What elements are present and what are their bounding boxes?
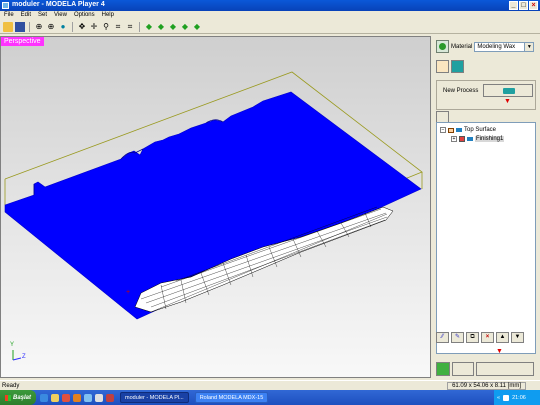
- target-icon[interactable]: ⊕: [46, 22, 56, 32]
- preview-cutting-button[interactable]: [452, 362, 474, 376]
- move-up-button[interactable]: ▲: [496, 332, 509, 343]
- perspective-viewport[interactable]: + Perspective Y Z: [0, 36, 431, 378]
- menu-set[interactable]: Set: [38, 11, 47, 20]
- zoom-fit-icon[interactable]: ⌗: [113, 22, 123, 32]
- mail-icon[interactable]: [62, 393, 70, 402]
- move-down-button[interactable]: ▼: [511, 332, 524, 343]
- windows-logo-icon: [4, 394, 11, 401]
- view-side-icon[interactable]: ◆: [168, 22, 178, 32]
- quick-launch: [40, 393, 114, 402]
- maximize-button[interactable]: □: [519, 1, 528, 10]
- toolbar-separator: [29, 21, 30, 32]
- app-shortcut-icon[interactable]: [106, 393, 114, 402]
- tree-item-label: Finishing1: [475, 136, 505, 142]
- menu-options[interactable]: Options: [74, 11, 95, 20]
- expand-icon[interactable]: +: [451, 136, 457, 142]
- path-icon[interactable]: ⁄⁄: [436, 332, 449, 343]
- speaker-icon[interactable]: [503, 394, 510, 401]
- app-icon: [2, 2, 9, 9]
- process-tree[interactable]: − Top Surface + Finishing1: [436, 122, 536, 354]
- explorer-icon[interactable]: [51, 393, 59, 402]
- view-iso-icon[interactable]: ◆: [144, 22, 154, 32]
- open-folder-icon[interactable]: [3, 21, 13, 32]
- new-process-button[interactable]: [483, 84, 533, 97]
- process-tab[interactable]: [436, 111, 449, 122]
- material-select[interactable]: Modeling Wax ▼: [474, 41, 535, 52]
- menu-help[interactable]: Help: [102, 11, 114, 20]
- layer-icon: [456, 128, 462, 132]
- browser-icon[interactable]: [40, 393, 48, 402]
- material-select-value: Modeling Wax: [477, 43, 516, 50]
- chevron-down-icon[interactable]: ▼: [524, 42, 534, 51]
- toolbar: ⊕ ⊕ ● ✥ ✛ ⚲ ⌗ ⌗ ◆ ◆ ◆ ◆ ◆: [0, 20, 540, 34]
- delete-button[interactable]: ×: [481, 332, 494, 343]
- red-arrow-icon: ▼: [504, 98, 511, 105]
- new-process-group: New Process ▼: [436, 80, 536, 110]
- zoom-icon[interactable]: ⚲: [101, 22, 111, 32]
- taskbar-item-roland-modela[interactable]: Roland MODELA MDX-15: [194, 392, 269, 403]
- zoom-all-icon[interactable]: ⌗: [125, 22, 135, 32]
- pan-icon[interactable]: ✛: [89, 22, 99, 32]
- status-text: Ready: [2, 383, 20, 389]
- process-wizard-icon: [503, 88, 515, 94]
- layer-icon: [467, 137, 473, 141]
- menu-bar: File Edit Set View Options Help: [0, 11, 540, 20]
- start-button[interactable]: Başlat: [0, 390, 36, 405]
- surface-icon: [448, 127, 454, 133]
- view-top-icon[interactable]: ◆: [180, 22, 190, 32]
- model-dimensions: 61.09 x 54.06 x 8.11 [mm]: [447, 382, 526, 390]
- checkbox-icon[interactable]: [459, 136, 465, 142]
- copy-icon[interactable]: ⧉: [466, 332, 479, 343]
- system-tray: « 21:06: [494, 390, 540, 405]
- clock: 21:06: [512, 394, 526, 401]
- start-cutting-button[interactable]: [476, 362, 534, 376]
- cutting-icon[interactable]: [436, 362, 450, 376]
- tree-item-top-surface[interactable]: − Top Surface: [440, 127, 496, 133]
- origin-marker: +: [126, 289, 130, 296]
- box-view-icon[interactable]: [436, 60, 449, 73]
- new-process-label: New Process: [443, 88, 479, 94]
- tray-expand-button[interactable]: «: [497, 395, 500, 401]
- view-front-icon[interactable]: ◆: [156, 22, 166, 32]
- app-shortcut-icon[interactable]: [95, 393, 103, 402]
- taskbar-item-modela-player[interactable]: moduler - MODELA Pl...: [120, 392, 189, 403]
- minimize-button[interactable]: _: [509, 1, 518, 10]
- close-button[interactable]: ×: [529, 1, 538, 10]
- sphere-icon[interactable]: ●: [58, 22, 68, 32]
- edit-path-icon[interactable]: ✎: [451, 332, 464, 343]
- window-title: moduler - MODELA Player 4: [12, 1, 105, 8]
- title-bar[interactable]: moduler - MODELA Player 4 _ □ ×: [0, 0, 540, 11]
- media-icon[interactable]: [73, 393, 81, 402]
- axis-y-label: Y: [10, 342, 15, 348]
- toolbar-separator: [139, 21, 140, 32]
- axis-z-line: [12, 357, 22, 361]
- axis-z-label: Z: [22, 354, 26, 360]
- red-arrow-icon: ▼: [496, 348, 503, 355]
- surface-view-icon[interactable]: [451, 60, 464, 73]
- tree-item-finishing1[interactable]: + Finishing1: [451, 136, 505, 142]
- material-label: Material: [451, 43, 473, 50]
- collapse-icon[interactable]: −: [440, 127, 446, 133]
- start-label: Başlat: [12, 394, 31, 401]
- material-icon[interactable]: [436, 40, 449, 53]
- tree-item-label: Top Surface: [464, 127, 497, 133]
- menu-edit[interactable]: Edit: [21, 11, 31, 20]
- toolbar-separator: [72, 21, 73, 32]
- view-mode-label: Perspective: [1, 37, 44, 46]
- model-scene: +: [4, 71, 423, 361]
- process-panel: Material Modeling Wax ▼ New Process ▼ − …: [432, 36, 540, 378]
- view-bottom-icon[interactable]: ◆: [192, 22, 202, 32]
- save-icon[interactable]: [15, 21, 25, 32]
- taskbar: Başlat moduler - MODELA Pl... Roland MOD…: [0, 390, 540, 405]
- menu-file[interactable]: File: [4, 11, 14, 20]
- crosshair-icon[interactable]: ⊕: [34, 22, 44, 32]
- rotate-icon[interactable]: ✥: [77, 22, 87, 32]
- status-bar: Ready 61.09 x 54.06 x 8.11 [mm]: [0, 380, 540, 390]
- app-shortcut-icon[interactable]: [84, 393, 92, 402]
- menu-view[interactable]: View: [54, 11, 67, 20]
